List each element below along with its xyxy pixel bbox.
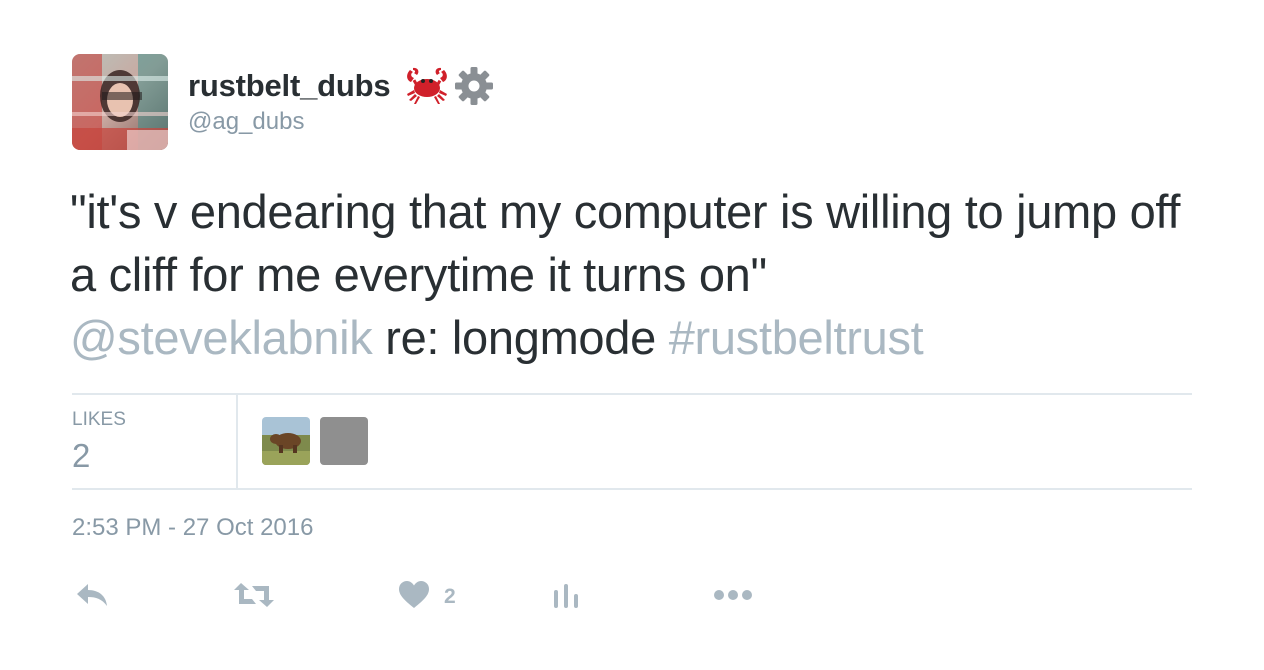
gear-emoji-icon [452, 64, 496, 108]
display-name[interactable]: rustbelt_dubs [188, 68, 391, 104]
analytics-icon [552, 580, 580, 615]
avatar[interactable] [72, 54, 168, 150]
reply-button[interactable] [74, 575, 110, 619]
tweet-timestamp[interactable]: 2:53 PM - 27 Oct 2016 [72, 514, 313, 542]
likes-stat[interactable]: LIKES 2 [72, 395, 238, 488]
likes-count: 2 [72, 437, 91, 474]
likers-list [238, 395, 378, 488]
liker-avatar-gray[interactable] [320, 417, 368, 465]
tweet-body-text: "it's v endearing that my computer is wi… [70, 185, 1181, 301]
tweet-header: rustbelt_dubs @ag_dubs [72, 54, 496, 150]
reply-icon [74, 580, 110, 615]
more-icon [712, 588, 754, 607]
like-button[interactable]: 2 [398, 575, 456, 619]
likes-label: LIKES [72, 409, 126, 430]
user-names: rustbelt_dubs @ag_dubs [188, 64, 496, 136]
tweet-text: "it's v endearing that my computer is wi… [70, 180, 1200, 369]
more-button[interactable] [712, 575, 754, 619]
tweet-middle-text: re: longmode [372, 311, 669, 364]
user-handle[interactable]: @ag_dubs [188, 108, 496, 136]
liker-avatar-bear[interactable] [262, 417, 310, 465]
like-count: 2 [444, 585, 456, 608]
retweet-button[interactable] [232, 575, 276, 619]
heart-icon [398, 580, 430, 615]
hashtag-link[interactable]: #rustbeltrust [669, 311, 924, 364]
mention-link[interactable]: @steveklabnik [70, 311, 373, 364]
retweet-icon [232, 580, 276, 615]
display-name-row: rustbelt_dubs [188, 64, 496, 108]
crab-emoji-icon [404, 66, 450, 106]
tweet-stats: LIKES 2 [72, 393, 1192, 490]
tweet-card: rustbelt_dubs @ag_dubs "it's v endearing… [0, 0, 1264, 670]
analytics-button[interactable] [552, 575, 580, 619]
